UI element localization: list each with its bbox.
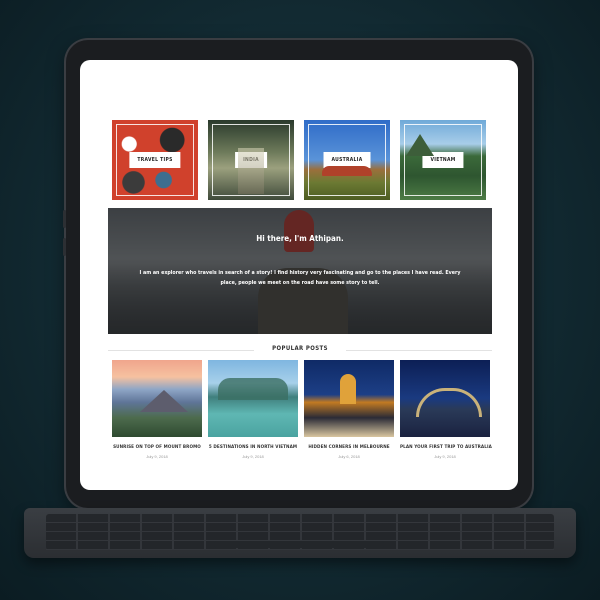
popular-posts-header: POPULAR POSTS <box>108 343 492 357</box>
post-date: July 9, 2018 <box>146 454 168 459</box>
category-tiles: TRAVEL TIPS INDIA AUSTRALIA VIETNAM <box>112 120 488 200</box>
post-card[interactable]: SUNRISE ON TOP OF MOUNT BROMO July 9, 20… <box>112 360 202 459</box>
post-date: July 6, 2018 <box>338 454 360 459</box>
hero-greeting: Hi there, I'm Athipan. <box>256 234 344 243</box>
category-tile-vietnam[interactable]: VIETNAM <box>400 120 486 200</box>
spacebar <box>214 541 384 548</box>
category-label: VIETNAM <box>422 152 464 168</box>
category-tile-australia[interactable]: AUSTRALIA <box>304 120 390 200</box>
category-label: AUSTRALIA <box>323 152 371 168</box>
popular-posts-title: POPULAR POSTS <box>272 345 328 352</box>
hero-bio: I am an explorer who travels in search o… <box>139 270 461 286</box>
post-title[interactable]: PLAN YOUR FIRST TRIP TO AUSTRALIA <box>400 445 492 450</box>
post-card[interactable]: 5 DESTINATIONS IN NORTH VIETNAM July 9, … <box>208 360 298 459</box>
smart-keyboard <box>24 508 576 558</box>
post-date: July 9, 2018 <box>242 454 264 459</box>
post-card[interactable]: PLAN YOUR FIRST TRIP TO AUSTRALIA July 9… <box>400 360 492 459</box>
post-thumbnail[interactable] <box>208 360 298 437</box>
blog-page: TRAVEL TIPS INDIA AUSTRALIA VIETNAM Hi t… <box>80 60 518 490</box>
post-thumbnail[interactable] <box>112 360 202 437</box>
category-label: TRAVEL TIPS <box>129 152 181 168</box>
popular-posts-list: SUNRISE ON TOP OF MOUNT BROMO July 9, 20… <box>112 360 492 459</box>
post-title[interactable]: HIDDEN CORNERS IN MELBOURNE <box>304 445 394 450</box>
category-tile-india[interactable]: INDIA <box>208 120 294 200</box>
about-hero-banner: Hi there, I'm Athipan. I am an explorer … <box>108 208 492 334</box>
post-card[interactable]: HIDDEN CORNERS IN MELBOURNE July 6, 2018 <box>304 360 394 459</box>
post-title[interactable]: SUNRISE ON TOP OF MOUNT BROMO <box>112 445 202 450</box>
post-thumbnail[interactable] <box>400 360 490 437</box>
post-title[interactable]: 5 DESTINATIONS IN NORTH VIETNAM <box>208 445 298 450</box>
category-tile-travel-tips[interactable]: TRAVEL TIPS <box>112 120 198 200</box>
volume-up-button <box>63 210 66 228</box>
post-thumbnail[interactable] <box>304 360 394 437</box>
tile-frame <box>212 124 290 196</box>
volume-down-button <box>63 238 66 256</box>
ipad-device: TRAVEL TIPS INDIA AUSTRALIA VIETNAM Hi t… <box>63 40 532 508</box>
category-label: INDIA <box>235 152 267 168</box>
post-date: July 9, 2018 <box>434 454 456 459</box>
